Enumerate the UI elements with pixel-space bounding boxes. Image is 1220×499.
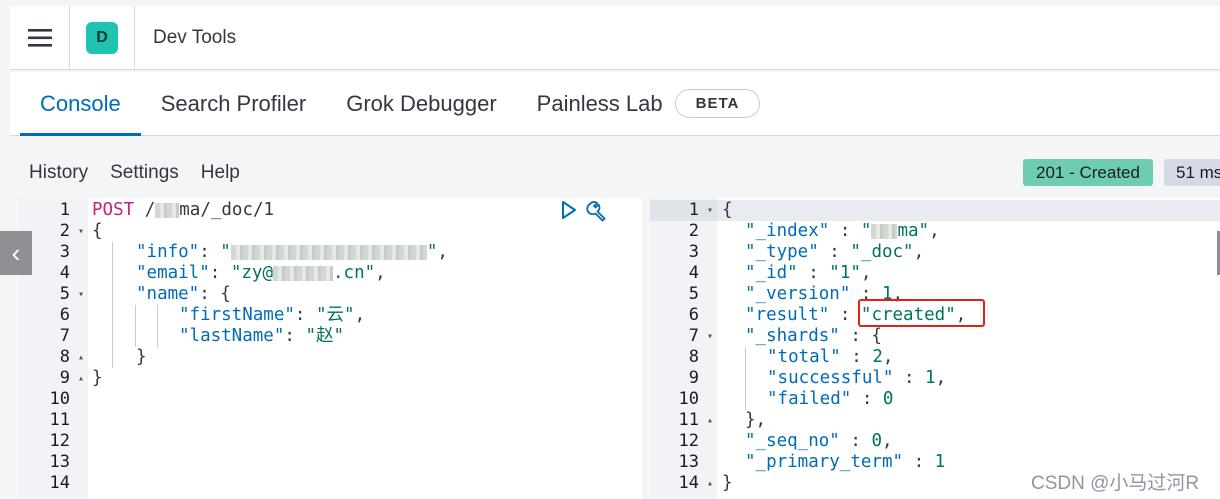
chevron-left-icon[interactable]: ‹ xyxy=(0,231,32,275)
code-line: } xyxy=(722,473,733,493)
fold-icon[interactable]: ▴ xyxy=(707,473,713,494)
fold-icon[interactable]: ▾ xyxy=(707,326,713,347)
highlight-box xyxy=(858,299,985,327)
code-line: "_id" : "1", xyxy=(745,263,872,283)
line-number: 2 xyxy=(688,221,699,241)
fold-icon[interactable]: ▾ xyxy=(707,200,713,221)
fold-icon[interactable]: ▴ xyxy=(78,368,84,389)
line-number: 5 ▾ xyxy=(59,284,84,305)
code-line: "name": { xyxy=(136,284,231,304)
line-number: 11 ▴ xyxy=(678,410,713,431)
tab-label: Search Profiler xyxy=(160,90,307,116)
line-number: 9 xyxy=(688,368,699,388)
code-line: "_shards" : { xyxy=(745,326,882,346)
code-line: } xyxy=(136,347,147,367)
indent-guide xyxy=(135,305,136,347)
watermark: CSDN @小马过河R xyxy=(1031,473,1200,494)
hamburger-icon[interactable] xyxy=(10,5,70,70)
line-number: 14 xyxy=(49,473,70,493)
line-number: 1 xyxy=(59,200,70,220)
code-line: { xyxy=(722,200,733,220)
indent-guide xyxy=(157,305,158,347)
line-number: 7 xyxy=(59,326,70,346)
settings-link[interactable]: Settings xyxy=(110,162,179,184)
code-line: "successful" : 1, xyxy=(767,368,947,388)
line-number: 3 xyxy=(688,242,699,262)
line-number: 6 xyxy=(688,305,699,325)
response-gutter: 1 ▾ 2 3 4 5 6 7 ▾ 8 9 10 11 ▴ 12 13 14 ▴ xyxy=(650,198,717,499)
console-menu: History Settings Help 201 - Created 51 m… xyxy=(10,152,1220,194)
request-time-badge: 51 ms xyxy=(1164,159,1220,186)
tab-label: Painless Lab xyxy=(536,90,663,116)
line-number: 12 xyxy=(678,431,699,451)
line-number: 13 xyxy=(678,452,699,472)
line-number: 14 ▴ xyxy=(678,473,713,494)
response-editor[interactable]: 1 ▾ 2 3 4 5 6 7 ▾ 8 9 10 11 ▴ 12 13 14 ▴ { "… xyxy=(650,198,1220,499)
code-line: "email": "zy@ .cn", xyxy=(136,263,386,283)
beta-badge: BETA xyxy=(674,89,761,118)
code-line: "_seq_no" : 0, xyxy=(745,431,893,451)
code-line: "failed" : 0 xyxy=(767,389,894,409)
code-line: "_index" : " ma", xyxy=(745,221,940,241)
code-line: "firstName": "云", xyxy=(179,305,366,325)
line-number: 10 xyxy=(49,389,70,409)
code-line: POST / ma/_doc/1 xyxy=(92,200,275,220)
line-number: 6 xyxy=(59,305,70,325)
tab-grok-debugger[interactable]: Grok Debugger xyxy=(326,72,516,135)
code-line: "_type" : "_doc", xyxy=(745,242,925,262)
line-number: 11 xyxy=(49,410,70,430)
wrench-icon[interactable] xyxy=(586,199,610,228)
request-editor[interactable]: 1 2 ▾ 3 4 5 ▾ 6 7 8 ▴ 9 ▴ 10 11 12 13 14 POS… xyxy=(18,198,642,499)
indent-guide xyxy=(745,347,746,410)
app-header: D Dev Tools xyxy=(10,5,1220,70)
code-line: }, xyxy=(745,410,767,430)
indent-guide xyxy=(112,242,113,368)
fold-icon[interactable]: ▴ xyxy=(78,347,84,368)
code-line: { xyxy=(92,221,103,241)
devtools-tabs: Console Search Profiler Grok Debugger Pa… xyxy=(10,72,1220,136)
line-number: 4 xyxy=(688,263,699,283)
space-selector[interactable]: D xyxy=(70,5,135,70)
code-line: "total" : 2, xyxy=(767,347,894,367)
play-icon[interactable] xyxy=(560,200,578,225)
tab-label: Grok Debugger xyxy=(346,90,497,116)
fold-icon[interactable]: ▾ xyxy=(78,221,84,242)
line-number: 10 xyxy=(678,389,699,409)
active-line-highlight xyxy=(650,200,1220,221)
line-number: 7 ▾ xyxy=(688,326,713,347)
line-number: 5 xyxy=(688,284,699,304)
line-number: 12 xyxy=(49,431,70,451)
tab-search-profiler[interactable]: Search Profiler xyxy=(141,72,327,135)
fold-icon[interactable]: ▴ xyxy=(707,410,713,431)
line-number: 1 ▾ xyxy=(650,200,717,221)
app-title: Dev Tools xyxy=(153,26,237,48)
code-line: "info": " ", xyxy=(136,242,448,262)
code-line: "lastName": "赵" xyxy=(179,326,345,346)
space-avatar[interactable]: D xyxy=(86,21,118,54)
code-line: "_primary_term" : 1 xyxy=(745,452,946,472)
help-link[interactable]: Help xyxy=(201,162,240,184)
tab-painless-lab[interactable]: Painless Lab BETA xyxy=(517,72,781,135)
tab-label: Console xyxy=(40,90,121,116)
tab-console[interactable]: Console xyxy=(20,72,141,136)
status-badge: 201 - Created xyxy=(1023,159,1153,186)
line-number: 13 xyxy=(49,452,70,472)
code-line: } xyxy=(92,368,103,388)
line-number: 8 xyxy=(688,347,699,367)
line-number: 9 ▴ xyxy=(59,368,84,389)
line-number: 8 ▴ xyxy=(59,347,84,368)
fold-icon[interactable]: ▾ xyxy=(78,284,84,305)
history-link[interactable]: History xyxy=(29,162,88,184)
